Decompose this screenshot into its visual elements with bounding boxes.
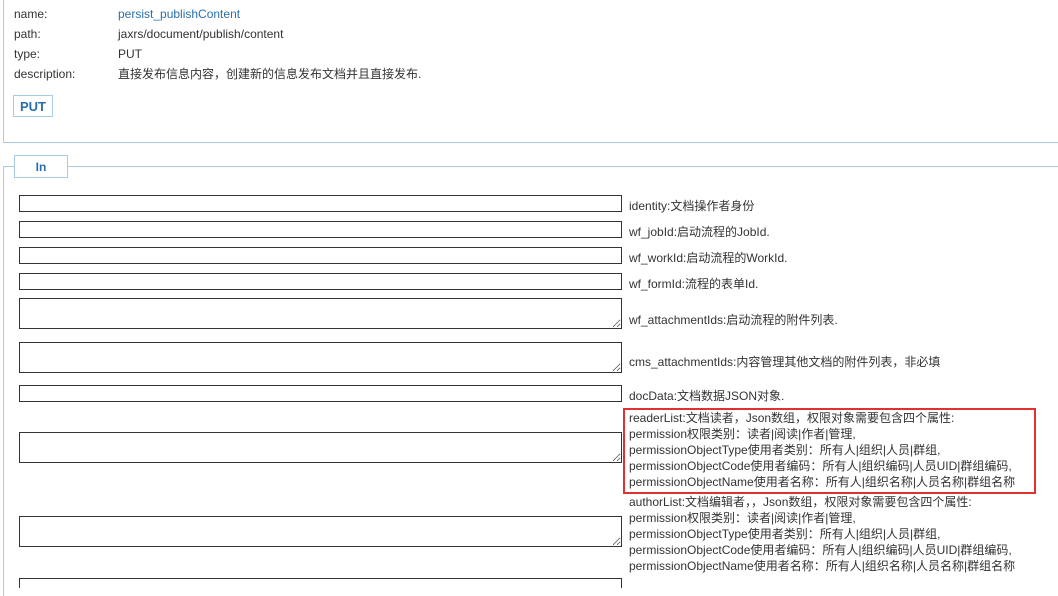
wf-jobid-desc: wf_jobId:启动流程的JobId. [629,225,770,239]
wf-attachmentids-textarea[interactable] [19,298,622,329]
identity-desc: identity:文档操作者身份 [629,199,755,213]
docdata-desc: docData:文档数据JSON对象. [629,389,785,403]
name-label: name: [14,7,48,21]
authorlist-desc-line: authorList:文档编辑者，，Json数组，权限对象需要包含四个属性: [629,495,972,509]
type-label: type: [14,47,41,61]
identity-input[interactable] [19,195,622,212]
wf-jobid-input[interactable] [19,221,622,238]
wf-workid-input[interactable] [19,247,622,264]
put-button[interactable]: PUT [13,95,53,117]
description-value: 直接发布信息内容，创建新的信息发布文档并且直接发布. [118,67,422,81]
readerlist-textarea[interactable] [19,432,622,463]
next-param-input[interactable] [19,578,622,588]
wf-workid-desc: wf_workId:启动流程的WorkId. [629,251,788,265]
readerlist-highlight-box [623,408,1036,494]
description-label: description: [14,67,76,81]
authorlist-desc-line: permission权限类别：读者|阅读|作者|管理, [629,511,856,525]
docdata-input[interactable] [19,385,622,402]
authorlist-desc-line: permissionObjectName使用者名称：所有人|组织名称|人员名称|… [629,559,1016,573]
wf-attachmentids-desc: wf_attachmentIds:启动流程的附件列表. [629,313,838,327]
path-value: jaxrs/document/publish/content [118,27,284,41]
authorlist-desc-line: permissionObjectType使用者类别：所有人|组织|人员|群组, [629,527,941,541]
name-value[interactable]: persist_publishContent [118,6,240,22]
cms-attachmentids-desc: cms_attachmentIds:内容管理其他文档的附件列表，非必填 [629,355,941,369]
authorlist-textarea[interactable] [19,516,622,547]
cms-attachmentids-textarea[interactable] [19,342,622,373]
authorlist-desc: authorList:文档编辑者，，Json数组，权限对象需要包含四个属性: p… [629,494,1015,574]
wf-formid-desc: wf_formId:流程的表单Id. [629,277,759,291]
authorlist-desc-line: permissionObjectCode使用者编码：所有人|组织编码|人员UID… [629,543,1012,557]
tab-in[interactable]: In [14,155,68,178]
wf-formid-input[interactable] [19,273,622,290]
path-label: path: [14,27,41,41]
type-value: PUT [118,47,142,61]
